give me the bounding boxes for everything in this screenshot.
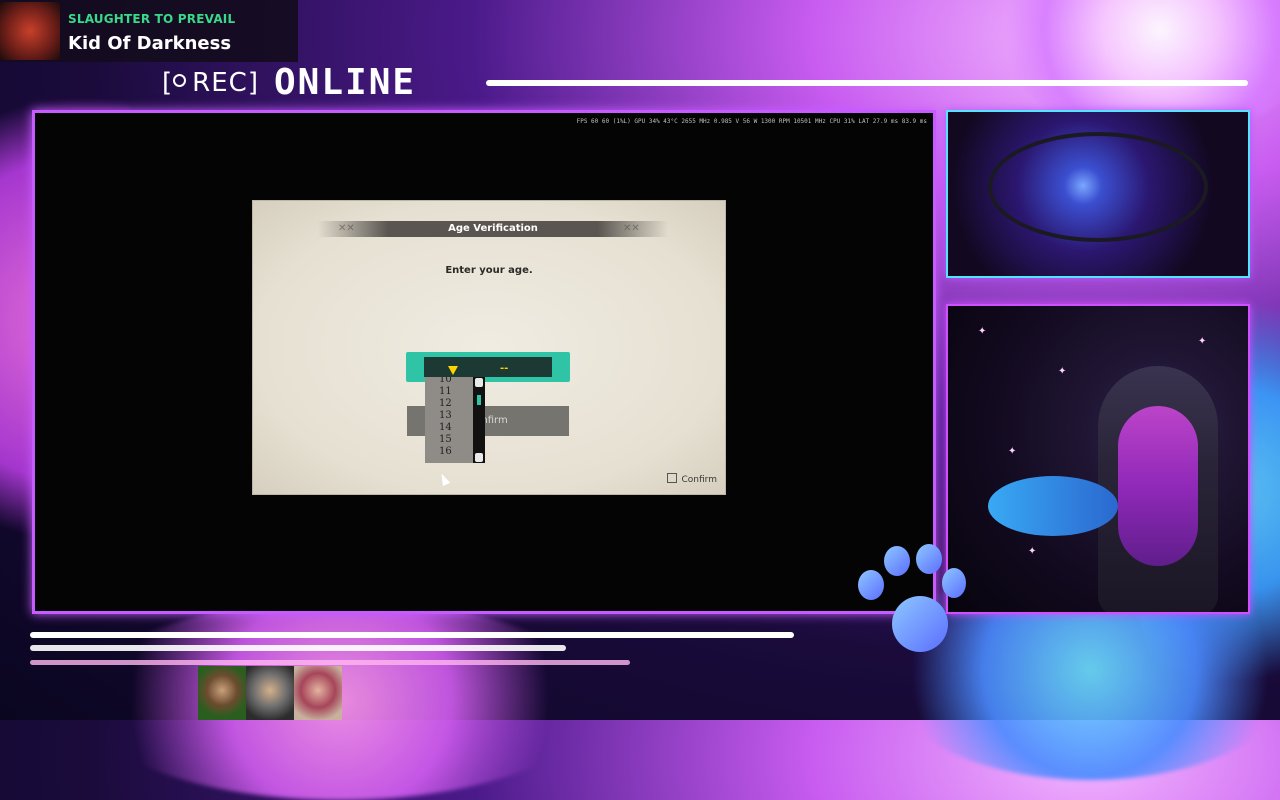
dropdown-option[interactable]: 13 [439,410,452,421]
dropdown-scrollbar[interactable] [473,377,485,463]
dropdown-option[interactable]: 14 [439,422,452,433]
vtuber-avatar-wing [988,476,1118,536]
performance-overlay: FPS 60 60 (1%L) GPU 34% 43°C 2655 MHz 0.… [576,118,927,125]
dropdown-option[interactable]: 15 [439,434,452,445]
star-icon: ✦ [1198,336,1207,347]
album-art [0,2,60,60]
now-playing-widget: SLAUGHTER TO PREVAIL Kid Of Darkness [0,0,298,62]
bottom-decor-line [30,632,794,638]
dropdown-option[interactable]: 16 [439,446,452,457]
footer-confirm-label: Confirm [681,475,717,485]
record-dot-icon [173,74,187,87]
scroll-thumb[interactable] [477,395,481,405]
rec-indicator: [ REC] [162,68,259,98]
paw-toe [916,544,942,574]
confirm-button-icon [666,473,677,483]
guest-cameras [198,666,342,720]
paw-decoration [850,540,970,660]
scroll-up-icon[interactable] [475,378,483,387]
paw-toe [884,546,910,576]
dialog-prompt: Enter your age. [445,265,533,276]
bracket-right: ] [247,68,259,98]
vtuber-camera: ✦ ✦ ✦ ✦ ✦ [946,304,1250,614]
bracket-left: [ [162,68,174,98]
dropdown-option[interactable]: 12 [439,398,452,409]
scroll-down-icon[interactable] [475,453,483,462]
online-title: ONLINE [274,62,417,103]
triangle-down-icon [448,366,458,375]
game-capture: FPS 60 60 (1%L) GPU 34% 43°C 2655 MHz 0.… [32,110,936,614]
selected-age-value: -- [500,363,509,374]
guest-camera [294,666,342,720]
age-dropdown-list[interactable]: 10 11 12 13 14 15 16 [425,377,485,463]
paw-pad [892,596,948,652]
dropdown-option[interactable]: 10 [439,377,452,385]
bottom-decor-line [30,660,630,665]
bottom-decor-line [30,645,566,651]
guest-camera [246,666,294,720]
header-line [486,80,1248,86]
footer-confirm-hint[interactable]: Confirm [666,473,717,485]
paw-toe [858,570,884,600]
star-icon: ✦ [1058,366,1067,377]
vtuber-avatar-mane [1118,406,1198,566]
guest-camera [198,666,246,720]
song-artist: SLAUGHTER TO PREVAIL [68,12,236,26]
dialog-title: Age Verification [318,221,668,237]
spaceship-window [988,132,1208,242]
age-selector-field[interactable]: -- [424,357,552,377]
dropdown-option[interactable]: 11 [439,386,452,397]
song-title: Kid Of Darkness [68,33,232,54]
age-verification-dialog: ✕✕ ✕✕ Age Verification Enter your age. -… [252,200,726,495]
star-icon: ✦ [978,326,987,337]
star-icon: ✦ [1028,546,1037,557]
rec-label: REC [192,68,248,98]
star-icon: ✦ [1008,446,1017,457]
background-scene-camera [946,110,1250,278]
paw-toe [942,568,966,598]
